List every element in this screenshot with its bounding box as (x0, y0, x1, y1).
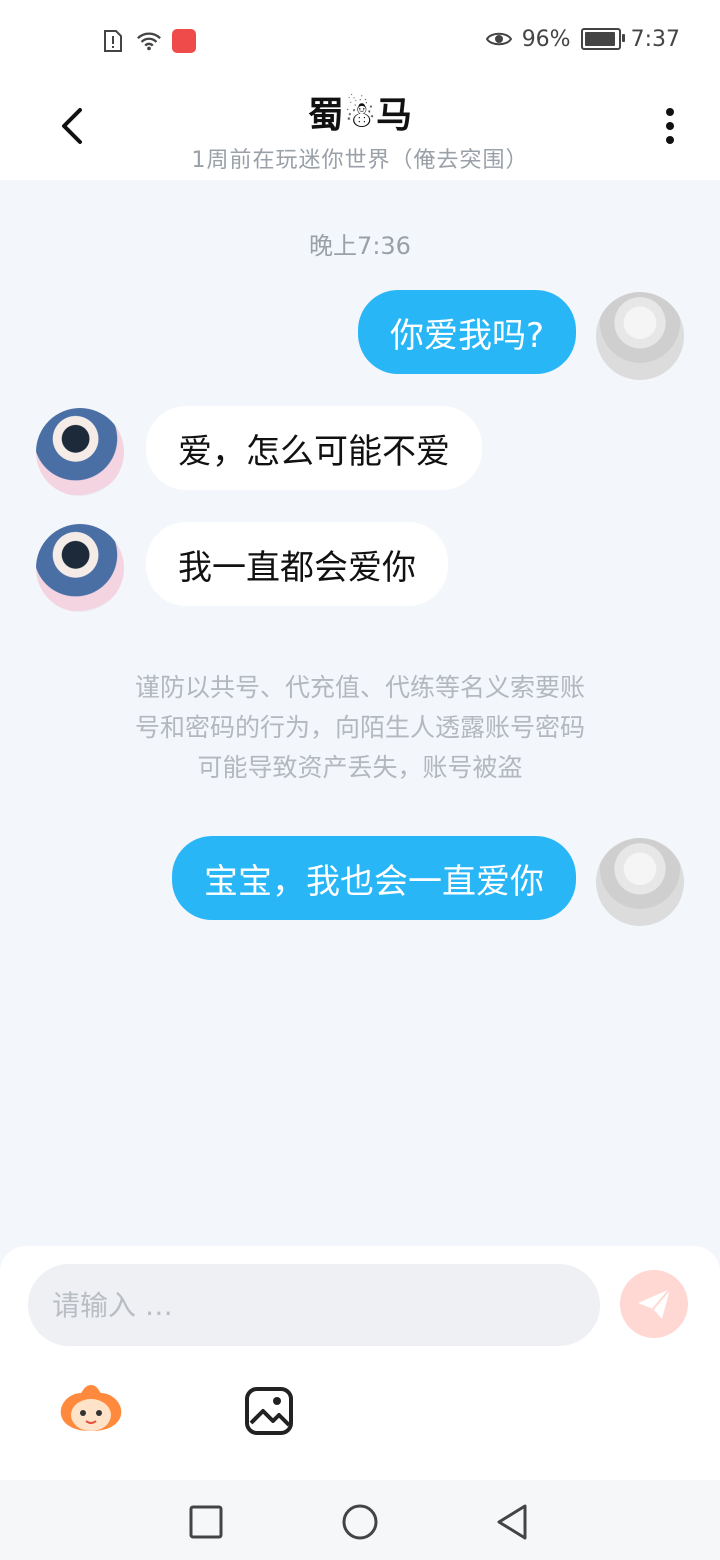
my-avatar[interactable] (596, 838, 684, 926)
contact-avatar[interactable] (36, 408, 124, 496)
message-row-incoming: 爱，怎么可能不爱 (0, 404, 720, 500)
back-nav-button[interactable] (490, 1500, 534, 1544)
wifi-icon (136, 28, 162, 54)
eye-icon (485, 26, 512, 52)
clock: 7:37 (630, 26, 680, 52)
image-button[interactable] (234, 1376, 304, 1446)
composer (0, 1246, 720, 1480)
more-vertical-icon (666, 108, 674, 144)
message-bubble[interactable]: 我一直都会爱你 (146, 522, 448, 606)
back-arrow-icon (62, 108, 82, 144)
header-title-block: 蜀☃马 1周前在玩迷你世界（俺去突围） (140, 86, 580, 174)
notice-line: 谨防以共号、代充值、代练等名义索要账 (134, 673, 585, 702)
recents-button[interactable] (184, 1500, 228, 1544)
message-row-incoming: 我一直都会爱你 (0, 520, 720, 616)
message-row-outgoing: 你爱我吗? (0, 288, 720, 384)
back-triangle-icon (497, 1504, 527, 1540)
message-bubble[interactable]: 爱，怎么可能不爱 (146, 406, 482, 490)
notice-line: 可能导致资产丢失，账号被盗 (197, 753, 523, 782)
message-time: 晚上7:36 (309, 232, 411, 260)
back-button[interactable] (48, 102, 96, 150)
app-notification-icon (172, 29, 196, 53)
emoji-character-icon (60, 1385, 122, 1431)
status-left-icons (100, 28, 196, 54)
sim-alert-icon (100, 28, 126, 54)
send-icon (638, 1288, 671, 1319)
image-icon (245, 1387, 293, 1435)
chat-header: 蜀☃马 1周前在玩迷你世界（俺去突围） (0, 84, 720, 180)
system-nav-bar (0, 1480, 720, 1560)
battery-fill (584, 32, 616, 46)
message-bubble[interactable]: 宝宝，我也会一直爱你 (172, 836, 576, 920)
status-bar: 96% 7:37 (0, 0, 720, 84)
chat-area[interactable]: 晚上7:36 你爱我吗? 爱，怎么可能不爱 我一直都会爱你 谨防以共号、代充值、… (0, 180, 720, 1246)
send-button[interactable] (620, 1270, 688, 1338)
message-bubble[interactable]: 你爱我吗? (357, 290, 576, 374)
security-notice: 谨防以共号、代充值、代练等名义索要账 号和密码的行为，向陌生人透露账号密码 可能… (80, 668, 640, 788)
home-square-icon (189, 1505, 223, 1539)
status-right: 96% 7:37 (485, 26, 680, 52)
battery-icon (580, 28, 625, 50)
notice-line: 号和密码的行为，向陌生人透露账号密码 (134, 713, 585, 742)
my-avatar[interactable] (596, 292, 684, 380)
contact-avatar[interactable] (36, 524, 124, 612)
contact-status: 1周前在玩迷你世界（俺去突围） (191, 148, 529, 173)
emoji-button[interactable] (56, 1376, 126, 1446)
battery-percent: 96% (521, 26, 571, 52)
contact-name: 蜀☃马 (307, 95, 413, 136)
message-input[interactable] (28, 1264, 600, 1346)
message-row-outgoing: 宝宝，我也会一直爱你 (0, 834, 720, 930)
circle-home-icon (342, 1504, 378, 1540)
home-button[interactable] (338, 1500, 382, 1544)
more-options-button[interactable] (650, 102, 690, 150)
